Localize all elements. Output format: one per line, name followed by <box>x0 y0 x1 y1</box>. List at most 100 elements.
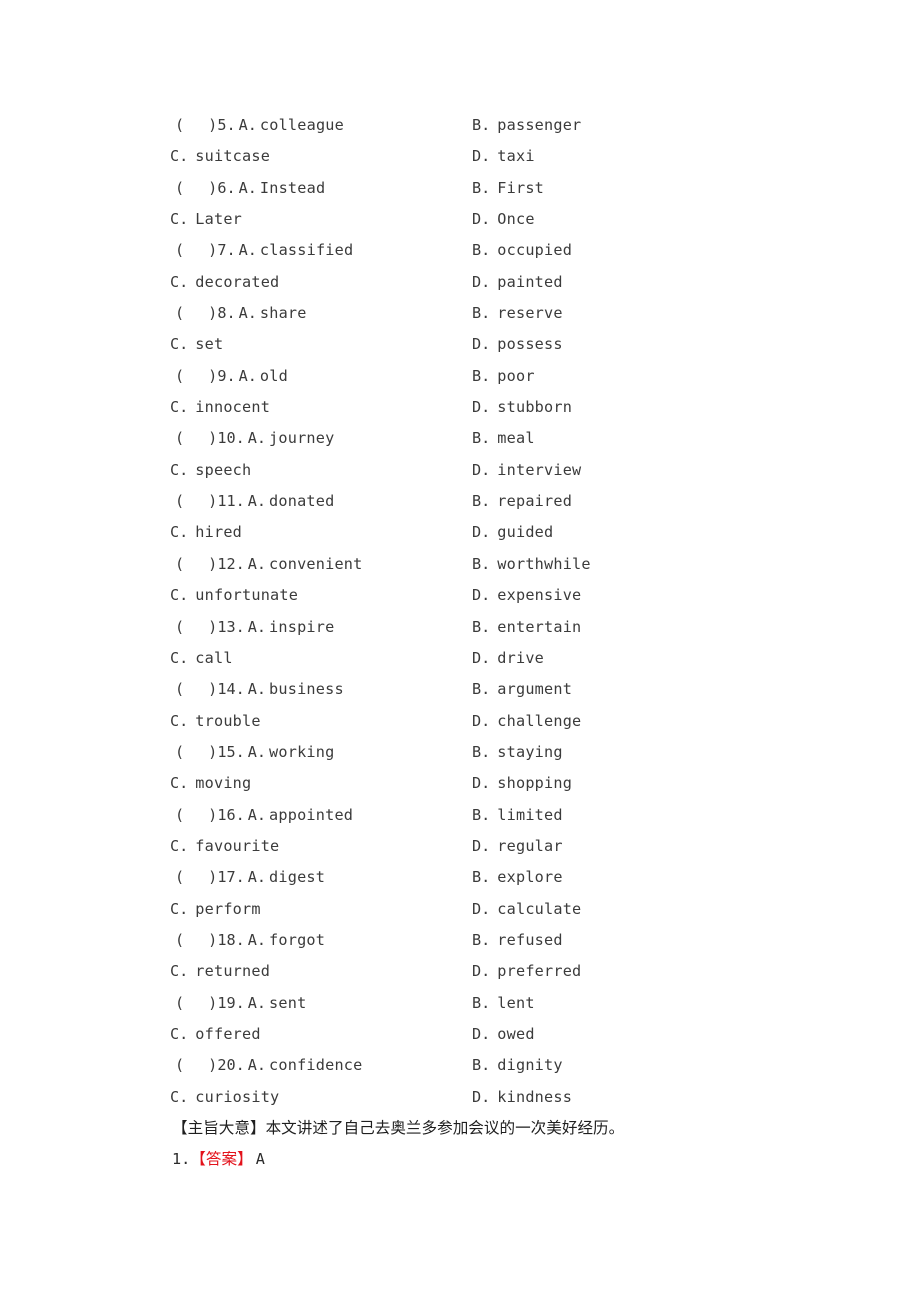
option-c-text[interactable]: favourite <box>195 837 279 855</box>
option-b-text[interactable]: poor <box>497 367 534 385</box>
option-c-text[interactable]: call <box>195 649 232 667</box>
option-b[interactable]: B. occupied <box>472 235 572 266</box>
answer-blank-and-option-a[interactable]: ()6. A. Instead <box>175 173 325 204</box>
option-a-text[interactable]: classified <box>260 241 353 259</box>
option-d[interactable]: D. calculate <box>472 894 581 925</box>
option-c[interactable]: C. curiosity <box>170 1082 279 1113</box>
option-c[interactable]: C. offered <box>170 1019 261 1050</box>
option-b[interactable]: B. poor <box>472 361 535 392</box>
option-b[interactable]: B. meal <box>472 423 535 454</box>
option-b-text[interactable]: repaired <box>497 492 572 510</box>
answer-blank-and-option-a[interactable]: ()7. A. classified <box>175 235 353 266</box>
answer-blank-and-option-a[interactable]: ()18. A. forgot <box>175 925 325 956</box>
option-c[interactable]: C. returned <box>170 956 270 987</box>
answer-blank-and-option-a[interactable]: ()20. A. confidence <box>175 1050 362 1081</box>
option-c-text[interactable]: hired <box>195 523 242 541</box>
option-d-text[interactable]: regular <box>497 837 562 855</box>
option-a-text[interactable]: donated <box>269 492 334 510</box>
option-b-text[interactable]: entertain <box>497 618 581 636</box>
option-b[interactable]: B. reserve <box>472 298 563 329</box>
option-a-text[interactable]: old <box>260 367 288 385</box>
option-c-text[interactable]: set <box>195 335 223 353</box>
option-d-text[interactable]: possess <box>497 335 562 353</box>
answer-blank-and-option-a[interactable]: ()5. A. colleague <box>175 110 344 141</box>
option-b-text[interactable]: dignity <box>497 1056 562 1074</box>
option-c-text[interactable]: decorated <box>195 273 279 291</box>
option-d[interactable]: D. preferred <box>472 956 581 987</box>
option-c-text[interactable]: speech <box>195 461 251 479</box>
option-c-text[interactable]: innocent <box>195 398 270 416</box>
option-d-text[interactable]: painted <box>497 273 562 291</box>
option-d[interactable]: D. guided <box>472 517 553 548</box>
answer-blank-and-option-a[interactable]: ()13. A. inspire <box>175 612 334 643</box>
option-d[interactable]: D. shopping <box>472 768 572 799</box>
option-b-text[interactable]: staying <box>497 743 562 761</box>
option-c-text[interactable]: suitcase <box>195 147 270 165</box>
option-c[interactable]: C. favourite <box>170 831 279 862</box>
option-b[interactable]: B. passenger <box>472 110 581 141</box>
option-c[interactable]: C. trouble <box>170 706 261 737</box>
option-d-text[interactable]: taxi <box>497 147 534 165</box>
option-b[interactable]: B. lent <box>472 988 535 1019</box>
option-c-text[interactable]: Later <box>195 210 242 228</box>
answer-blank-and-option-a[interactable]: ()9. A. old <box>175 361 288 392</box>
option-a-text[interactable]: working <box>269 743 334 761</box>
option-b-text[interactable]: worthwhile <box>497 555 590 573</box>
answer-blank-and-option-a[interactable]: ()12. A. convenient <box>175 549 362 580</box>
option-d[interactable]: D. drive <box>472 643 544 674</box>
option-b-text[interactable]: reserve <box>497 304 562 322</box>
option-b-text[interactable]: refused <box>497 931 562 949</box>
option-c[interactable]: C. set <box>170 329 223 360</box>
option-b-text[interactable]: occupied <box>497 241 572 259</box>
option-d-text[interactable]: preferred <box>497 962 581 980</box>
option-d[interactable]: D. possess <box>472 329 563 360</box>
option-d[interactable]: D. kindness <box>472 1082 572 1113</box>
answer-blank-and-option-a[interactable]: ()11. A. donated <box>175 486 334 517</box>
answer-blank-and-option-a[interactable]: ()10. A. journey <box>175 423 334 454</box>
option-d[interactable]: D. regular <box>472 831 563 862</box>
option-d-text[interactable]: expensive <box>497 586 581 604</box>
option-a-text[interactable]: convenient <box>269 555 362 573</box>
option-b[interactable]: B. argument <box>472 674 572 705</box>
option-d[interactable]: D. challenge <box>472 706 581 737</box>
option-b[interactable]: B. explore <box>472 862 563 893</box>
option-c[interactable]: C. moving <box>170 768 251 799</box>
option-a-text[interactable]: Instead <box>260 179 325 197</box>
option-a-text[interactable]: business <box>269 680 344 698</box>
option-d[interactable]: D. expensive <box>472 580 581 611</box>
answer-blank-and-option-a[interactable]: ()8. A. share <box>175 298 307 329</box>
option-a-text[interactable]: forgot <box>269 931 325 949</box>
option-b-text[interactable]: lent <box>497 994 534 1012</box>
option-c-text[interactable]: returned <box>195 962 270 980</box>
answer-blank-and-option-a[interactable]: ()16. A. appointed <box>175 800 353 831</box>
option-b-text[interactable]: argument <box>497 680 572 698</box>
answer-blank-and-option-a[interactable]: ()15. A. working <box>175 737 334 768</box>
option-c[interactable]: C. hired <box>170 517 242 548</box>
option-d-text[interactable]: kindness <box>497 1088 572 1106</box>
option-b-text[interactable]: passenger <box>497 116 581 134</box>
option-a-text[interactable]: confidence <box>269 1056 362 1074</box>
option-d-text[interactable]: drive <box>497 649 544 667</box>
option-c-text[interactable]: perform <box>195 900 260 918</box>
option-b[interactable]: B. refused <box>472 925 563 956</box>
option-d[interactable]: D. Once <box>472 204 535 235</box>
option-d-text[interactable]: Once <box>497 210 534 228</box>
option-c-text[interactable]: curiosity <box>195 1088 279 1106</box>
option-d[interactable]: D. interview <box>472 455 581 486</box>
option-d-text[interactable]: shopping <box>497 774 572 792</box>
option-c-text[interactable]: unfortunate <box>195 586 298 604</box>
option-b-text[interactable]: explore <box>497 868 562 886</box>
option-d[interactable]: D. stubborn <box>472 392 572 423</box>
option-c[interactable]: C. speech <box>170 455 251 486</box>
option-c-text[interactable]: offered <box>195 1025 260 1043</box>
option-a-text[interactable]: colleague <box>260 116 344 134</box>
option-c[interactable]: C. call <box>170 643 233 674</box>
answer-blank-and-option-a[interactable]: ()17. A. digest <box>175 862 325 893</box>
option-a-text[interactable]: inspire <box>269 618 334 636</box>
option-b[interactable]: B. staying <box>472 737 563 768</box>
option-d[interactable]: D. painted <box>472 267 563 298</box>
option-d-text[interactable]: guided <box>497 523 553 541</box>
option-d[interactable]: D. owed <box>472 1019 535 1050</box>
option-d-text[interactable]: challenge <box>497 712 581 730</box>
option-b[interactable]: B. dignity <box>472 1050 563 1081</box>
